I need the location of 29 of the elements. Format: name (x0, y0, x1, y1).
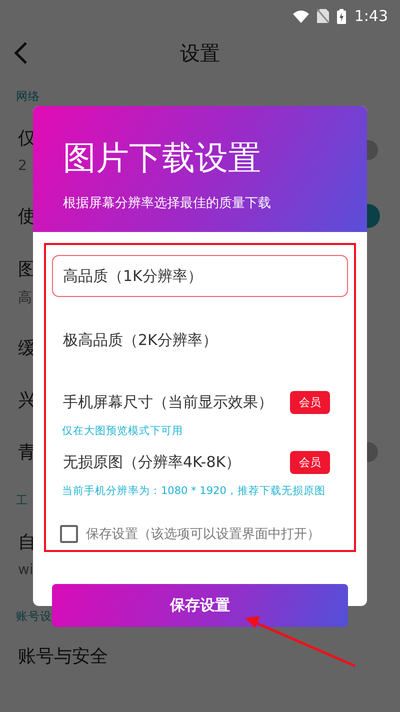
setting-title: 账号与安全 (18, 645, 108, 668)
checkbox[interactable] (60, 525, 78, 543)
option-hint: 当前手机分辨率为：1080 * 1920，推荐下载无损原图 (61, 484, 326, 499)
setting-value: 高 (18, 289, 32, 307)
setting-title: 自 (18, 531, 36, 554)
section-label: 工 (15, 492, 29, 509)
section-label: 账号设 (15, 608, 53, 625)
dialog-subtitle: 根据屏幕分辨率选择最佳的质量下载 (63, 195, 272, 212)
dialog-title: 图片下载设置 (63, 138, 262, 178)
setting-value: wi (18, 562, 34, 578)
setting-value: 2 (18, 158, 27, 174)
quality-option[interactable]: 手机屏幕尺寸（当前显示效果） 会员 (52, 381, 348, 423)
battery-icon (337, 8, 346, 24)
section-label: 网络 (15, 88, 41, 105)
page-title: 设置 (180, 40, 220, 66)
save-button[interactable]: 保存设置 (52, 584, 348, 627)
vip-badge: 会员 (290, 390, 330, 414)
status-time: 1:43 (354, 7, 388, 25)
quality-option[interactable]: 极高品质（2K分辨率） (52, 319, 348, 361)
back-icon[interactable] (14, 41, 28, 65)
setting-title: 仅 (18, 127, 36, 150)
vip-badge: 会员 (290, 450, 330, 474)
no-sim-icon (317, 9, 330, 23)
quality-option[interactable]: 无损原图（分辨率4K-8K） 会员 (52, 441, 348, 483)
setting-title: 青 (18, 441, 36, 464)
wifi-icon (293, 10, 310, 22)
checkbox-label: 保存设置（该选项可以设置界面中打开） (86, 526, 320, 543)
option-hint: 仅在大图预览模式下可用 (61, 424, 184, 439)
quality-option[interactable]: 高品质（1K分辨率） (52, 255, 348, 297)
